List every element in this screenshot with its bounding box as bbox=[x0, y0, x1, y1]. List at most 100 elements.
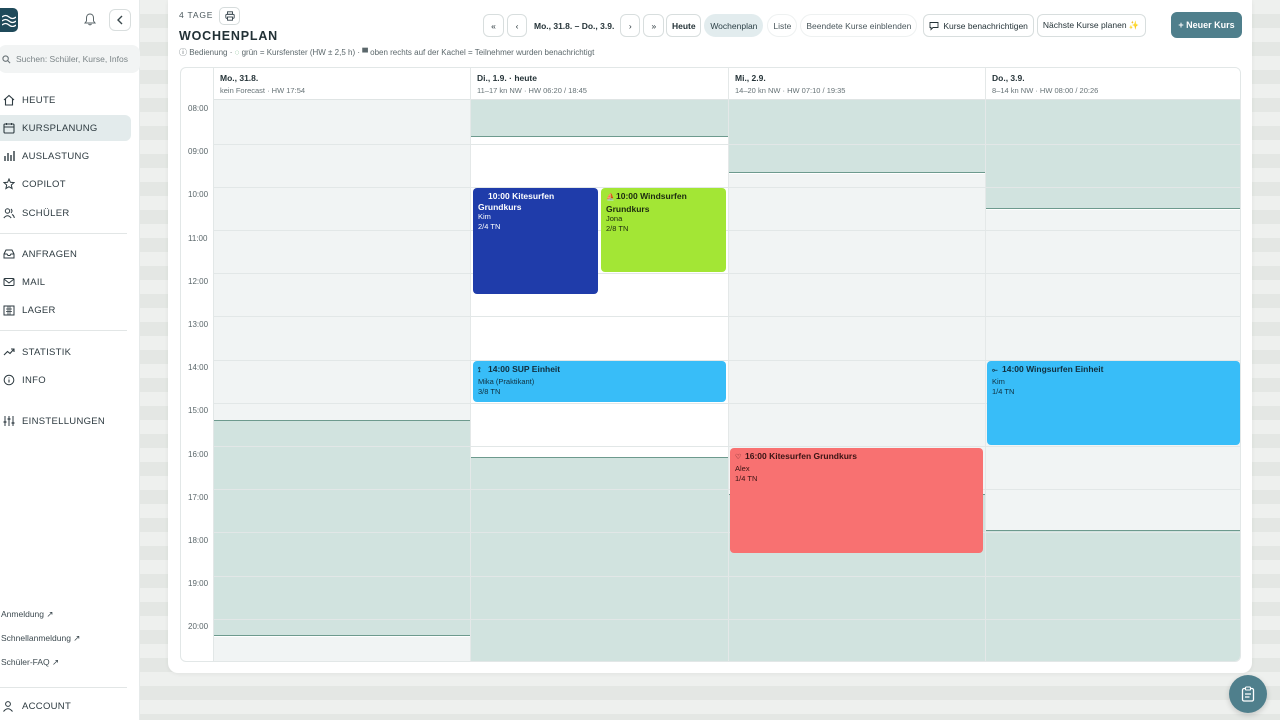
time-label: 11:00 bbox=[188, 234, 208, 243]
collapse-sidebar-button[interactable] bbox=[109, 9, 131, 31]
printer-icon bbox=[224, 11, 235, 21]
time-column: 08:00 09:00 10:00 11:00 12:00 13:00 14:0… bbox=[181, 68, 214, 661]
event-teacher: Alex bbox=[735, 463, 750, 473]
waves-logo-icon bbox=[2, 14, 16, 27]
course-event-wingsurf-thu[interactable]: ⟜ 14:00 Wingsurfen Einheit Kim 1/4 TN bbox=[987, 361, 1240, 445]
day-header: Mo., 31.8. kein Forecast · HW 17:54 bbox=[214, 68, 470, 100]
inbox-icon bbox=[2, 247, 16, 261]
event-participants: 1/4 TN bbox=[735, 473, 758, 483]
windsurf-icon: ⛵ bbox=[606, 194, 615, 201]
event-participants: 2/8 TN bbox=[606, 224, 629, 233]
legend-text: grün = Kursfenster (HW ± 2,5 h) · ▀ oben… bbox=[239, 48, 595, 57]
nav-divider bbox=[0, 687, 127, 688]
nav-item-statistik[interactable]: STATISTIK bbox=[0, 339, 131, 365]
clipboard-icon bbox=[1241, 686, 1255, 702]
nav-label: EINSTELLUNGEN bbox=[22, 415, 106, 427]
day-header: Di., 1.9. · heute 11–17 kn NW · HW 06:20… bbox=[471, 68, 728, 100]
nav-label: SCHÜLER bbox=[22, 207, 70, 219]
date-range-label: Mo., 31.8. – Do., 3.9. bbox=[534, 20, 615, 31]
course-event-windsurf-tue[interactable]: ⛵10:00 Windsurfen Grundkurs Jona 2/8 TN bbox=[601, 188, 726, 272]
nav-item-lager[interactable]: LAGER bbox=[0, 297, 131, 323]
search-box bbox=[0, 45, 140, 73]
day-column-wed[interactable]: Mi., 2.9. 14–20 kn NW · HW 07:10 / 19:35 bbox=[729, 68, 986, 661]
nav-item-info[interactable]: INFO bbox=[0, 367, 131, 393]
event-participants: 3/8 TN bbox=[478, 386, 501, 396]
day-forecast: kein Forecast · HW 17:54 bbox=[220, 86, 306, 95]
day-title: Mi., 2.9. bbox=[735, 73, 766, 83]
time-label: 12:00 bbox=[188, 277, 209, 286]
nav-label: COPILOT bbox=[22, 178, 66, 190]
search-input[interactable] bbox=[16, 54, 134, 64]
nav-label: MAIL bbox=[22, 276, 46, 288]
account-label: ACCOUNT bbox=[22, 700, 72, 712]
first-week-button[interactable]: « bbox=[483, 14, 504, 37]
plan-next-courses-button[interactable]: Nächste Kurse planen ✨ bbox=[1036, 14, 1146, 37]
chevron-left-icon bbox=[117, 15, 123, 25]
today-button[interactable]: Heute bbox=[666, 14, 702, 37]
link-schueler-faq[interactable]: Schüler-FAQ ↗ bbox=[1, 657, 59, 668]
new-course-button[interactable]: + Neuer Kurs bbox=[1171, 12, 1242, 38]
last-week-button[interactable]: » bbox=[643, 14, 665, 37]
print-button[interactable] bbox=[219, 7, 240, 25]
nav-label: STATISTIK bbox=[22, 346, 72, 358]
main-panel: 4 TAGE WOCHENPLAN ⓘ Bedienung · ◌ grün =… bbox=[168, 0, 1252, 673]
course-window-band bbox=[471, 100, 728, 137]
sliders-icon bbox=[2, 414, 16, 428]
account-menu[interactable]: ACCOUNT bbox=[2, 699, 71, 713]
event-teacher: Kim bbox=[478, 212, 491, 221]
nav-item-auslastung[interactable]: AUSLASTUNG bbox=[0, 143, 131, 169]
user-icon bbox=[2, 699, 16, 713]
nav-divider bbox=[0, 330, 127, 331]
event-title: 14:00 SUP Einheit bbox=[488, 364, 561, 374]
course-event-kitesurf-tue[interactable]: 10:00 Kitesurfen Grundkurs Kim 2/4 TN bbox=[473, 188, 598, 294]
off-window-band bbox=[729, 174, 985, 494]
show-finished-courses-button[interactable]: Beendete Kurse einblenden bbox=[800, 14, 918, 37]
day-forecast: 11–17 kn NW · HW 06:20 / 18:45 bbox=[477, 86, 587, 95]
nav-item-kursplanung[interactable]: KURSPLANUNG bbox=[0, 115, 131, 141]
event-title: 10:00 Windsurfen Grundkurs bbox=[606, 191, 687, 214]
bell-icon[interactable] bbox=[84, 13, 98, 27]
time-label: 09:00 bbox=[188, 147, 209, 156]
day-forecast: 8–14 kn NW · HW 08:00 / 20:26 bbox=[992, 86, 1099, 95]
time-label: 13:00 bbox=[188, 320, 209, 329]
nav-item-einstellungen[interactable]: EINSTELLUNGEN bbox=[0, 408, 131, 434]
list-view-tab[interactable]: Liste bbox=[767, 14, 798, 37]
day-header: Mi., 2.9. 14–20 kn NW · HW 07:10 / 19:35 bbox=[729, 68, 985, 100]
notes-fab-button[interactable] bbox=[1229, 675, 1267, 713]
wing-icon: ⟜ bbox=[992, 367, 998, 374]
next-week-button[interactable]: › bbox=[620, 14, 641, 37]
time-label: 10:00 bbox=[188, 190, 209, 199]
week-view-tab[interactable]: Wochenplan bbox=[704, 14, 764, 37]
nav-item-copilot[interactable]: COPILOT bbox=[0, 171, 131, 197]
off-window-band bbox=[214, 100, 470, 420]
event-title: 14:00 Wingsurfen Einheit bbox=[1002, 364, 1104, 374]
prev-week-button[interactable]: ‹ bbox=[507, 14, 527, 37]
off-window-band bbox=[214, 637, 470, 661]
nav-label: KURSPLANUNG bbox=[22, 122, 98, 134]
page-title: WOCHENPLAN bbox=[179, 29, 278, 43]
day-title: Do., 3.9. bbox=[992, 73, 1025, 83]
nav-label: HEUTE bbox=[22, 94, 56, 106]
nav-item-schueler[interactable]: SCHÜLER bbox=[0, 200, 131, 226]
app-logo[interactable] bbox=[0, 8, 18, 32]
notify-courses-button[interactable]: Kurse benachrichtigen bbox=[923, 14, 1034, 37]
nav-item-anfragen[interactable]: ANFRAGEN bbox=[0, 241, 131, 267]
nav-label: AUSLASTUNG bbox=[22, 150, 90, 162]
day-title: Mo., 31.8. bbox=[220, 73, 259, 83]
link-schnellanmeldung[interactable]: Schnellanmeldung ↗ bbox=[1, 633, 80, 644]
warehouse-icon bbox=[2, 303, 16, 317]
nav-item-mail[interactable]: MAIL bbox=[0, 269, 131, 295]
event-teacher: Jona bbox=[606, 214, 623, 223]
course-event-sup-tue[interactable]: ⟟ 14:00 SUP Einheit Mika (Praktikant) 3/8… bbox=[473, 361, 726, 402]
nav-item-heute[interactable]: HEUTE bbox=[0, 87, 131, 113]
course-event-kitesurf-wed[interactable]: ♡ 16:00 Kitesurfen Grundkurs Alex 1/4 TN bbox=[730, 448, 983, 553]
info-icon bbox=[2, 373, 16, 387]
event-teacher: Kim bbox=[992, 376, 1005, 386]
day-column-mon[interactable]: Mo., 31.8. kein Forecast · HW 17:54 bbox=[214, 68, 471, 661]
trend-icon bbox=[2, 345, 16, 359]
sidebar: HEUTE KURSPLANUNG AUSLASTUNG COPILOT SCH… bbox=[0, 0, 140, 720]
time-label: 20:00 bbox=[188, 622, 209, 631]
time-label: 08:00 bbox=[188, 104, 209, 113]
time-label: 17:00 bbox=[188, 493, 209, 502]
link-anmeldung[interactable]: Anmeldung ↗ bbox=[1, 609, 54, 620]
